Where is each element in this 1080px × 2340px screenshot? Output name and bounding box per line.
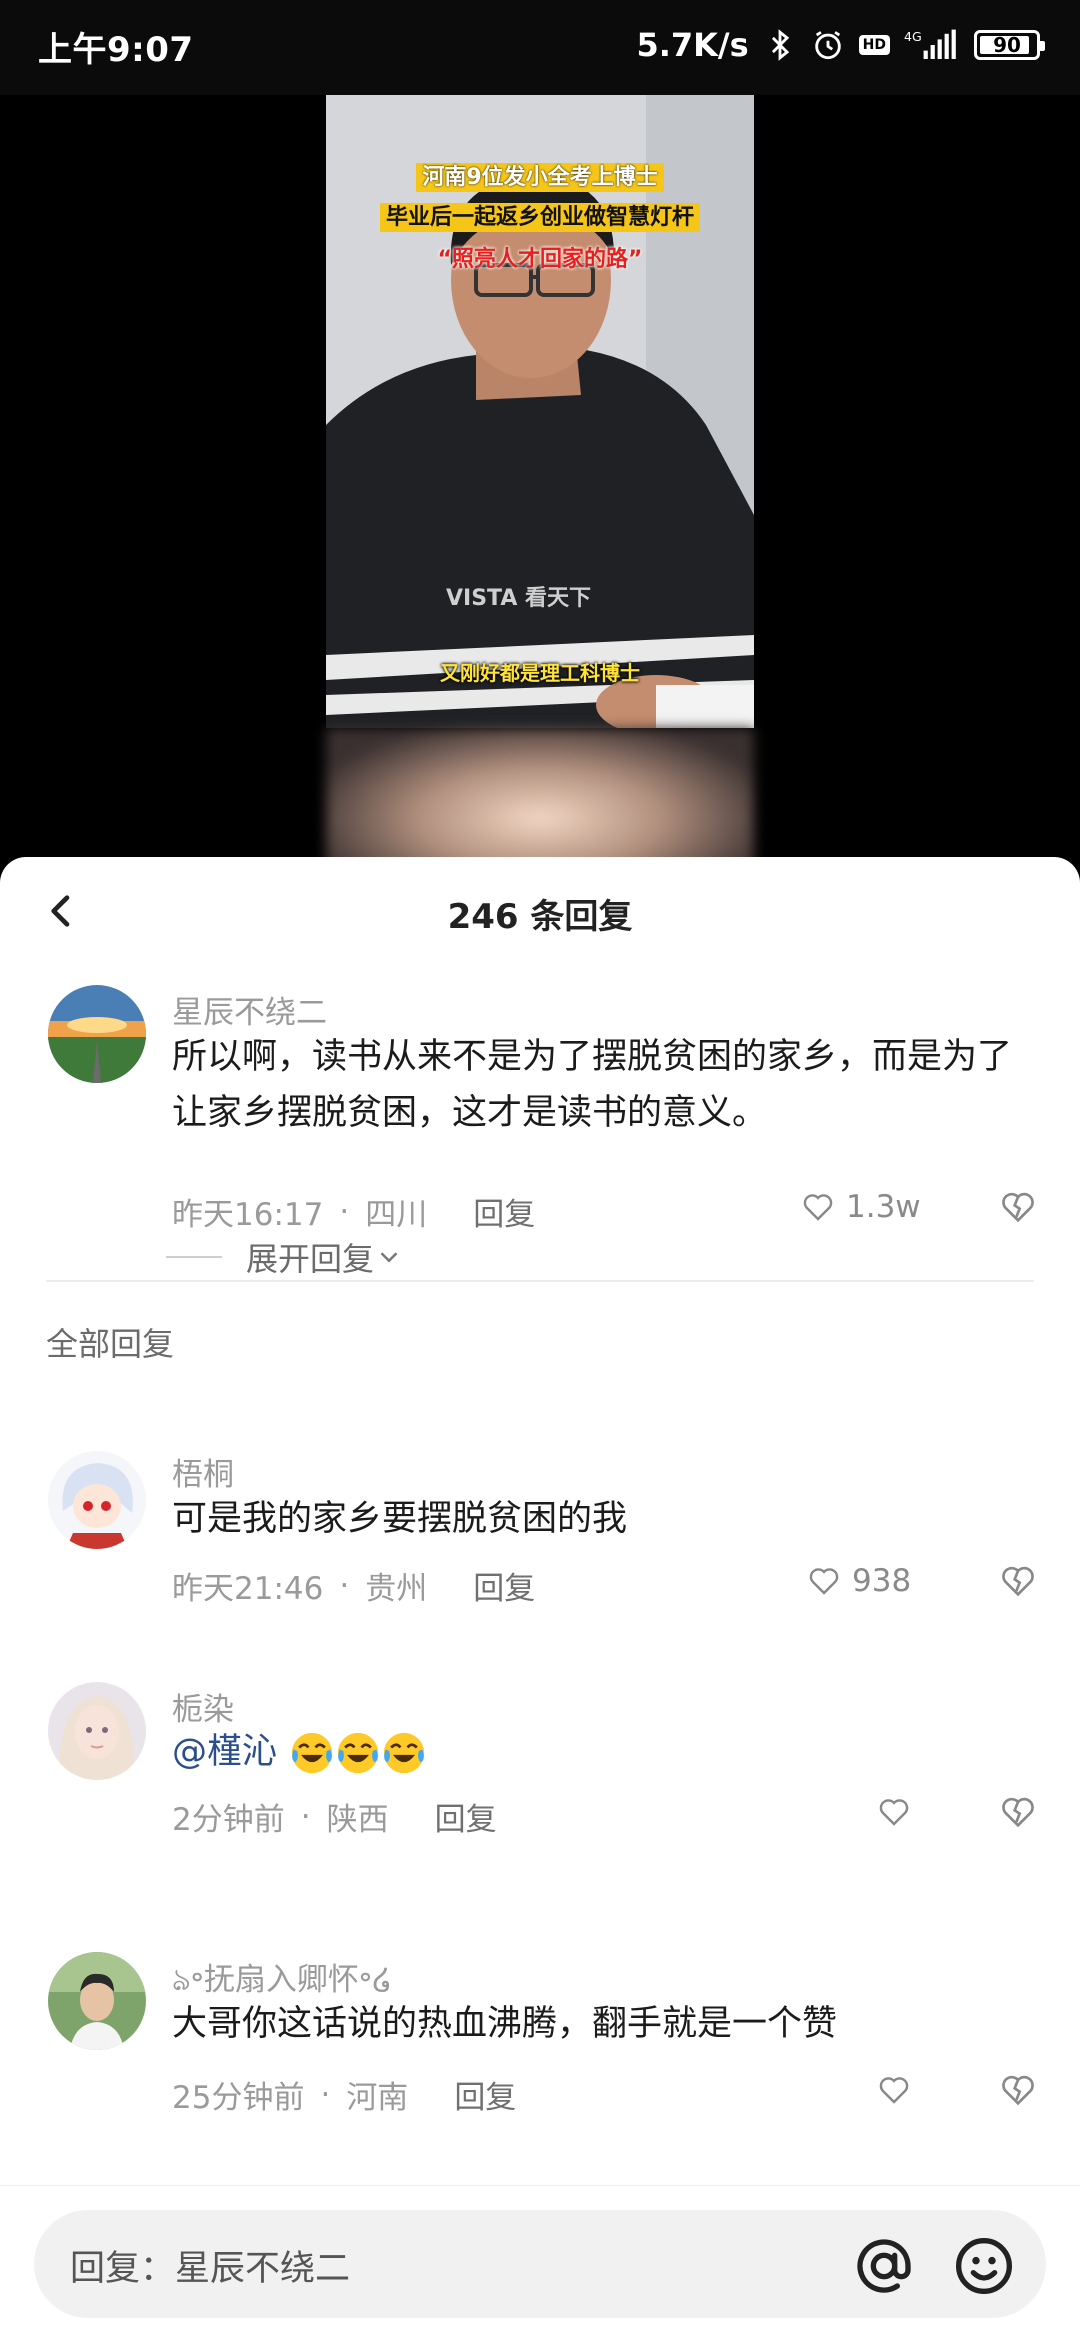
reply-input[interactable]: 回复：星辰不绕二 (34, 2210, 1046, 2318)
like-button[interactable] (876, 1794, 912, 1830)
laugh-cry-emoji-icon (383, 1732, 425, 1774)
hd-badge: HD (858, 35, 890, 55)
video-caption-line3: “照亮人才回家的路” (437, 247, 643, 272)
comment-meta: 2分钟前 · 陕西 回复 (172, 1794, 497, 1839)
avatar-anime-image (48, 1451, 146, 1549)
comment-text: 所以啊，读书从来不是为了摆脱贫困的家乡，而是为了让家乡摆脱贫困，这才是读书的意义… (172, 1037, 1013, 1133)
laugh-cry-emoji-icon (291, 1732, 333, 1774)
heart-outline-icon (879, 2077, 909, 2104)
status-icons: 5.7K/s HD 4G 90 (636, 20, 1045, 70)
avatar[interactable] (48, 985, 146, 1083)
meta-separator: · (320, 2076, 331, 2113)
comment-location: 陕西 (326, 1802, 389, 1838)
comment-meta: 昨天21:46 · 贵州 回复 (172, 1563, 535, 1608)
broken-heart-icon[interactable] (998, 2070, 1038, 2110)
meta-separator: · (339, 1193, 350, 1230)
heart-outline-icon (809, 1568, 839, 1595)
avatar[interactable] (48, 1451, 146, 1549)
video-frame[interactable]: VISTA 看天下 河南9位发小全考上博士 毕业后一起返乡创业做智慧灯杆 “照亮… (326, 95, 754, 728)
reply-sheet: 246 条回复 星辰不绕二 所以啊，读书从来不是为了摆脱贫困的家乡，而是为了让家… (0, 857, 1080, 2340)
network-type-label: 4G (904, 29, 922, 44)
broken-heart-icon[interactable] (998, 1792, 1038, 1832)
comment-username[interactable]: 星辰不绕二 (172, 987, 327, 1032)
video-caption-line1-text: 河南9位发小全考上博士 (416, 163, 664, 192)
battery-level: 90 (993, 33, 1021, 57)
meta-separator: · (300, 1798, 311, 1835)
video-caption-line1: 河南9位发小全考上博士 (326, 159, 754, 192)
comment-time: 昨天16:17 (172, 1197, 324, 1233)
comment-username[interactable]: 梧桐 (172, 1449, 234, 1494)
expand-label: 展开回复 (246, 1240, 375, 1278)
laugh-cry-emoji-icon (337, 1732, 379, 1774)
signal-icon: 4G (904, 29, 956, 59)
reply-input-placeholder: 回复：星辰不绕二 (70, 2249, 351, 2289)
alarm-icon (814, 31, 841, 60)
comment-text: 可是我的家乡要摆脱贫困的我 (172, 1499, 628, 1539)
divider (46, 1280, 1034, 1282)
reply-input-bar: 回复：星辰不绕二 (0, 2185, 1080, 2340)
main-comment[interactable]: 星辰不绕二 所以啊，读书从来不是为了摆脱贫困的家乡，而是为了让家乡摆脱贫困，这才… (0, 985, 1080, 1275)
mention-link[interactable]: @槿沁 (172, 1732, 277, 1772)
bluetooth-icon (771, 29, 789, 61)
video-subtitle: 又刚好都是理工科博士 (440, 661, 640, 685)
chevron-down-icon (380, 1252, 398, 1263)
like-count: 938 (852, 1563, 912, 1599)
reply-button[interactable]: 回复 (454, 2072, 516, 2117)
comment-location: 四川 (365, 1197, 428, 1233)
comment-username[interactable]: 栀染 (172, 1684, 234, 1729)
comment-time: 25分钟前 (172, 2080, 305, 2116)
network-speed: 5.7K/s (636, 26, 749, 64)
sheet-title: 246 条回复 (447, 897, 633, 937)
reply-item[interactable]: 梧桐 可是我的家乡要摆脱贫困的我 昨天21:46 · 贵州 回复 938 (0, 1447, 1080, 1667)
comment-meta: 25分钟前 · 河南 回复 (172, 2072, 516, 2117)
video-player[interactable]: VISTA 看天下 河南9位发小全考上博士 毕业后一起返乡创业做智慧灯杆 “照亮… (0, 95, 1080, 878)
heart-outline-icon (879, 1799, 909, 1826)
comment-location: 河南 (346, 2080, 409, 2116)
comment-time: 昨天21:46 (172, 1571, 324, 1607)
expand-replies-button[interactable]: 展开回复 (166, 1234, 404, 1280)
like-button[interactable] (876, 2072, 912, 2108)
comment-meta: 昨天16:17 · 四川 回复 (172, 1189, 535, 1234)
meta-separator: · (339, 1567, 350, 1604)
avatar[interactable] (48, 1952, 146, 2050)
smiley-icon[interactable] (952, 2234, 1016, 2298)
video-caption-line2: 毕业后一起返乡创业做智慧灯杆 (326, 199, 754, 232)
comment-text: 大哥你这话说的热血沸腾，翻手就是一个赞 (172, 2004, 838, 2044)
battery-icon: 90 (974, 30, 1045, 60)
avatar-portrait-image (48, 1682, 146, 1780)
avatar[interactable] (48, 1682, 146, 1780)
avatar-landscape-image (48, 985, 146, 1083)
video-caption-line2-text: 毕业后一起返乡创业做智慧灯杆 (379, 203, 700, 232)
at-sign-icon[interactable] (852, 2234, 916, 2298)
video-watermark: VISTA 看天下 (446, 586, 591, 611)
video-blurred-frame (326, 728, 754, 878)
broken-heart-icon[interactable] (998, 1187, 1038, 1227)
heart-outline-icon (803, 1194, 833, 1221)
comment-text: @槿沁 (172, 1724, 1030, 1780)
like-button[interactable]: 1.3w (800, 1189, 921, 1225)
expand-line (166, 1256, 222, 1258)
reply-item[interactable]: ঌ॰抚扇入卿怀॰໒ 大哥你这话说的热血沸腾，翻手就是一个赞 25分钟前 · 河南… (0, 1952, 1080, 2172)
status-time: 上午9:07 (38, 30, 194, 70)
avatar-photo-image (48, 1952, 146, 2050)
status-bar: 上午9:07 5.7K/s HD 4G 90 (0, 0, 1080, 95)
reply-button[interactable]: 回复 (473, 1563, 535, 1608)
like-count: 1.3w (846, 1189, 921, 1225)
broken-heart-icon[interactable] (998, 1561, 1038, 1601)
reply-button[interactable]: 回复 (473, 1189, 535, 1234)
like-button[interactable]: 938 (806, 1563, 911, 1599)
comment-time: 2分钟前 (172, 1802, 285, 1838)
comment-location: 贵州 (365, 1571, 428, 1607)
reply-button[interactable]: 回复 (435, 1794, 497, 1839)
section-title: 全部回复 (46, 1325, 175, 1363)
sheet-header: 246 条回复 (0, 857, 1080, 967)
reply-item[interactable]: 栀染 @槿沁 2分钟前 · 陕西 回复 (0, 1682, 1080, 1882)
